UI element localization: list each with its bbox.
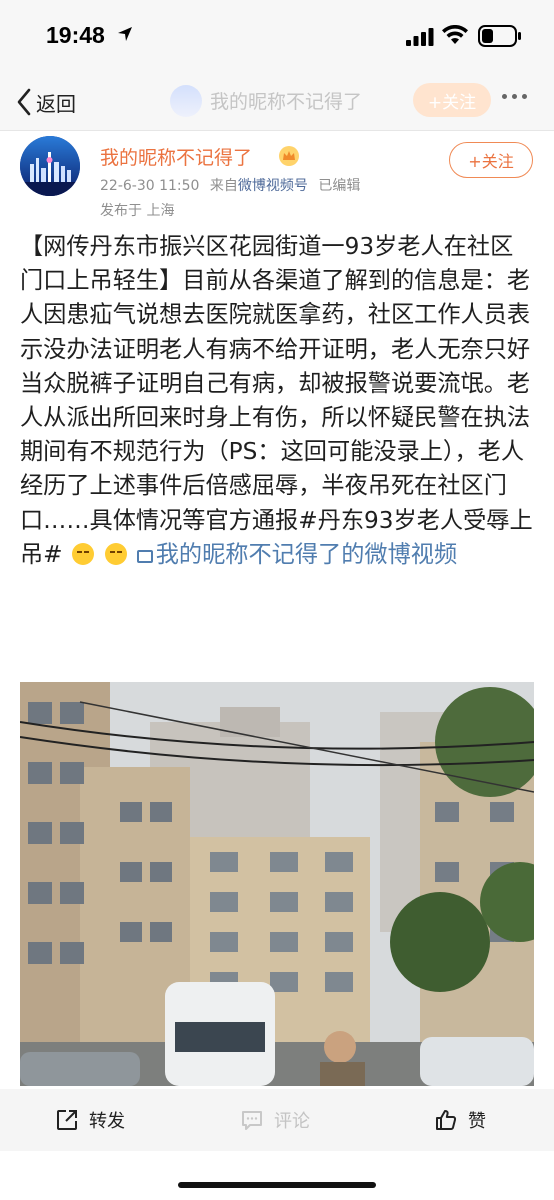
sweat-emoji-icon bbox=[105, 542, 128, 565]
video-icon bbox=[136, 549, 153, 563]
post-location: 发布于 上海 bbox=[100, 203, 175, 219]
nav-title: 我的昵称不记得了 bbox=[210, 91, 363, 113]
repost-label: 转发 bbox=[89, 1111, 125, 1132]
post-timestamp: 22-6-30 11:50 bbox=[100, 178, 200, 194]
cellular-signal-icon bbox=[406, 28, 434, 46]
source-prefix: 来自 bbox=[209, 178, 238, 194]
comment-label: 评论 bbox=[274, 1111, 310, 1132]
battery-icon bbox=[478, 25, 521, 47]
like-button[interactable]: 赞 bbox=[434, 1089, 486, 1151]
like-label: 赞 bbox=[468, 1111, 486, 1132]
nav-avatar bbox=[170, 85, 202, 117]
source-link[interactable]: 微博视频号 bbox=[238, 178, 308, 194]
smirk-emoji-icon bbox=[72, 542, 94, 565]
comment-icon bbox=[242, 1111, 262, 1130]
more-icon[interactable] bbox=[502, 94, 527, 99]
wifi-icon bbox=[442, 25, 468, 44]
back-label: 返回 bbox=[36, 91, 76, 116]
edited-label: 已编辑 bbox=[318, 178, 361, 194]
post-username[interactable]: 我的昵称不记得了 bbox=[100, 143, 252, 170]
location-arrow-icon bbox=[118, 27, 132, 41]
status-bar: 19:48 bbox=[0, 0, 554, 74]
thumbs-up-icon bbox=[436, 1110, 457, 1130]
crown-badge-icon bbox=[279, 146, 299, 166]
share-icon bbox=[57, 1110, 77, 1130]
follow-button[interactable]: +关注 bbox=[449, 142, 533, 178]
back-button[interactable]: 返回 bbox=[16, 86, 76, 118]
post-meta: 22-6-30 11:50 来自微博视频号 已编辑 bbox=[100, 175, 360, 195]
home-indicator bbox=[178, 1182, 376, 1188]
repost-button[interactable]: 转发 bbox=[55, 1089, 125, 1151]
comment-button[interactable]: 评论 bbox=[240, 1089, 310, 1151]
post-body: 【网传丹东市振兴区花园街道一93岁老人在社区门口上吊轻生】目前从各渠道了解到的信… bbox=[20, 230, 536, 572]
video-link[interactable]: 我的昵称不记得了的微博视频 bbox=[136, 540, 458, 568]
video-thumbnail[interactable] bbox=[20, 682, 534, 1086]
chevron-left-icon bbox=[17, 88, 31, 116]
status-time: 19:48 bbox=[46, 22, 105, 48]
avatar[interactable] bbox=[20, 136, 80, 196]
action-bar: 转发 评论 赞 bbox=[0, 1089, 554, 1151]
nav-follow-button[interactable]: +关注 bbox=[413, 83, 491, 117]
post-text: 【网传丹东市振兴区花园街道一93岁老人在社区门口上吊轻生】目前从各渠道了解到的信… bbox=[20, 233, 533, 568]
video-link-label: 我的昵称不记得了的微博视频 bbox=[155, 540, 458, 568]
nav-bar: 返回 我的昵称不记得了 +关注 bbox=[0, 74, 554, 131]
